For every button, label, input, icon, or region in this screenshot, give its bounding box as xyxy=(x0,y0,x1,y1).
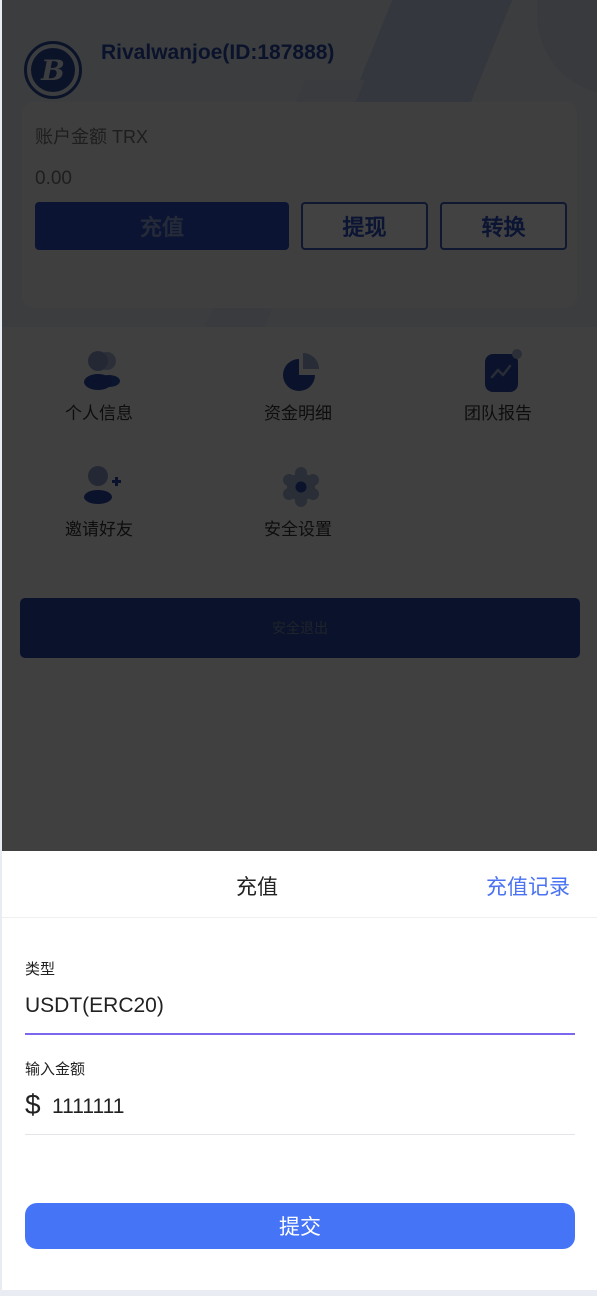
modal-backdrop[interactable] xyxy=(2,0,597,851)
sheet-header: 充值 充值记录 xyxy=(2,851,597,918)
type-select[interactable]: USDT(ERC20) xyxy=(25,994,164,1018)
screen: B Rivalwanjoe(ID:187888) 账户金额 TRX 0.00 充… xyxy=(0,0,597,1296)
amount-input-underline xyxy=(25,1134,575,1135)
currency-symbol: $ xyxy=(25,1089,41,1120)
recharge-history-link[interactable]: 充值记录 xyxy=(486,871,570,901)
account-page: B Rivalwanjoe(ID:187888) 账户金额 TRX 0.00 充… xyxy=(2,0,597,1290)
amount-input[interactable] xyxy=(52,1091,552,1123)
type-label: 类型 xyxy=(25,961,56,978)
sheet-title: 充值 xyxy=(236,876,278,899)
type-select-underline xyxy=(25,1033,575,1035)
recharge-sheet: 充值 充值记录 类型 USDT(ERC20) 输入金额 $ 提交 xyxy=(2,851,597,1290)
submit-button[interactable]: 提交 xyxy=(25,1203,575,1249)
amount-label: 输入金额 xyxy=(25,1061,86,1078)
